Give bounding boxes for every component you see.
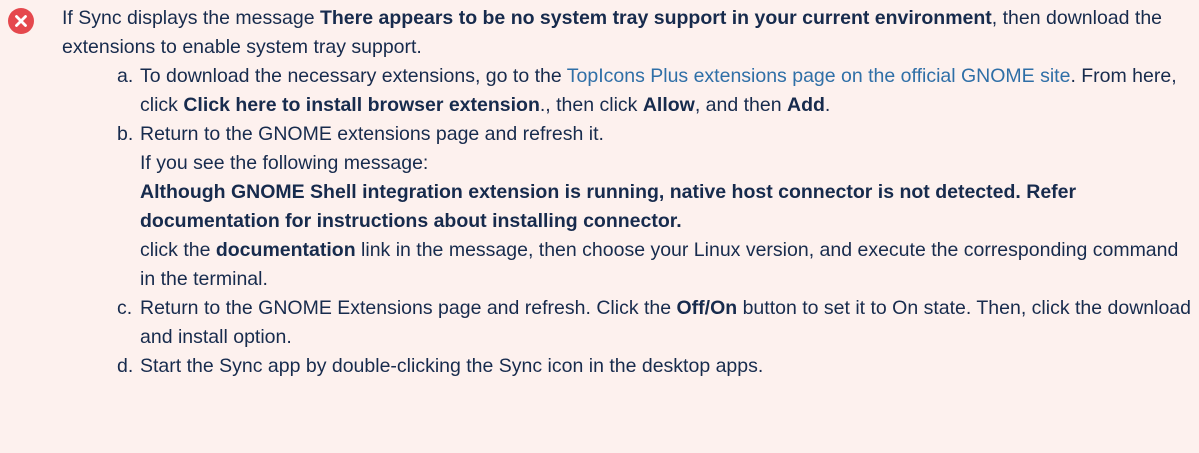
step-marker: d. xyxy=(117,355,134,377)
error-icon xyxy=(8,8,34,34)
step-text: To download the necessary extensions, go… xyxy=(140,65,567,87)
install-extension-label: Click here to install browser extension xyxy=(183,94,540,116)
step-text: click the xyxy=(140,239,216,261)
step-c: c. Return to the GNOME Extensions page a… xyxy=(117,294,1192,352)
step-text: , and then xyxy=(694,94,788,116)
topicons-plus-link[interactable]: TopIcons Plus extensions page on the off… xyxy=(567,65,1071,87)
step-text: Start the Sync app by double-clicking th… xyxy=(140,355,764,377)
error-panel: If Sync displays the message There appea… xyxy=(0,0,1199,453)
step-a: a. To download the necessary extensions,… xyxy=(117,62,1192,120)
step-b: b. Return to the GNOME extensions page a… xyxy=(117,120,1192,294)
step-text: . xyxy=(824,94,831,116)
steps-list: a. To download the necessary extensions,… xyxy=(62,62,1192,381)
step-marker: b. xyxy=(117,123,134,145)
step-text: If you see the following message: xyxy=(140,152,429,174)
connector-message: Although GNOME Shell integration extensi… xyxy=(140,181,1077,232)
intro-bold-message: There appears to be no system tray suppo… xyxy=(319,7,992,29)
intro-paragraph: If Sync displays the message There appea… xyxy=(62,4,1192,62)
off-on-label: Off/On xyxy=(676,297,738,319)
step-marker: a. xyxy=(117,65,134,87)
step-text: ., then click xyxy=(539,94,643,116)
add-label: Add xyxy=(787,94,825,116)
documentation-label: documentation xyxy=(215,239,356,261)
allow-label: Allow xyxy=(642,94,695,116)
step-d: d. Start the Sync app by double-clicking… xyxy=(117,352,1192,381)
step-text: Return to the GNOME extensions page and … xyxy=(140,123,604,145)
error-content: If Sync displays the message There appea… xyxy=(62,4,1192,381)
step-marker: c. xyxy=(117,297,133,319)
step-text: Return to the GNOME Extensions page and … xyxy=(140,297,677,319)
intro-text: If Sync displays the message xyxy=(62,7,320,29)
